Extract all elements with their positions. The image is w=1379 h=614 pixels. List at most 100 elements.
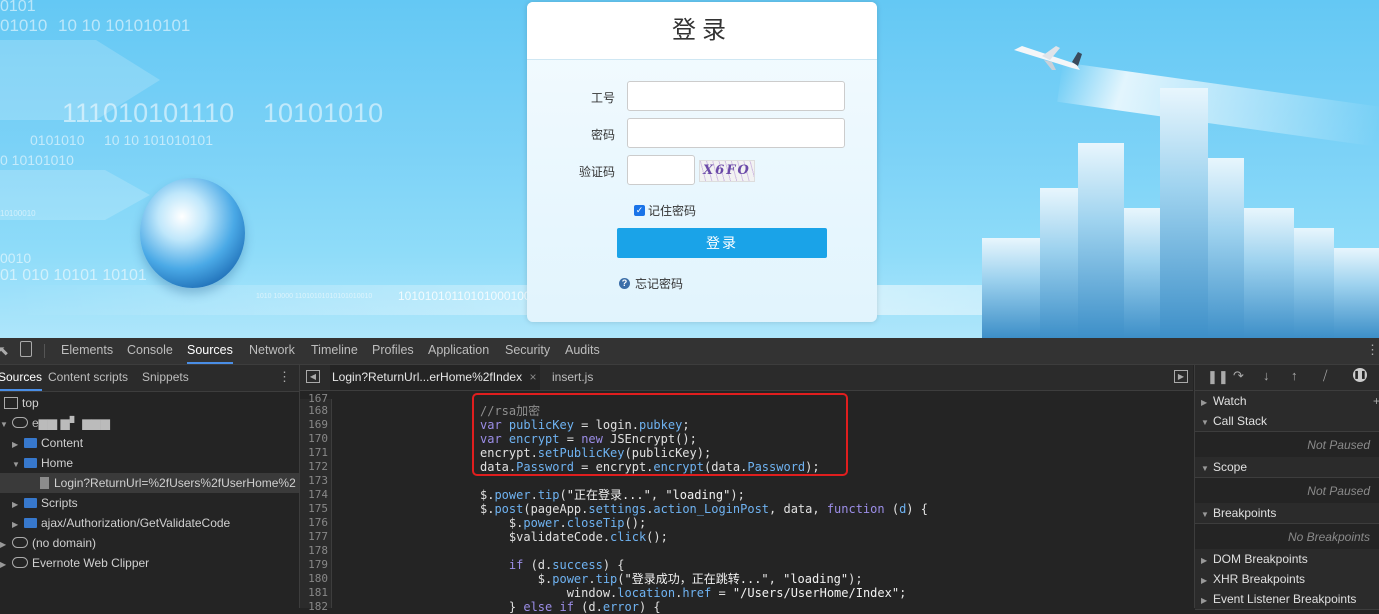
tree-item-ajax[interactable]: ▶ ajax/Authorization/GetValidateCode xyxy=(12,513,230,533)
tree-item-content[interactable]: ▶ Content xyxy=(12,433,83,453)
captcha-input[interactable] xyxy=(627,155,695,185)
line-number[interactable]: 173 xyxy=(300,474,328,488)
binary-text: 0010 xyxy=(0,250,32,266)
line-number[interactable]: 169 xyxy=(300,418,328,432)
deactivate-breakpoints-icon[interactable]: ⧸ xyxy=(1323,368,1327,384)
captcha-row: 验证码 X6FO xyxy=(527,155,877,187)
step-out-icon[interactable]: ↑ xyxy=(1291,368,1298,383)
pause-on-exceptions-icon[interactable]: ❚❚ xyxy=(1353,368,1367,382)
checkbox-checked-icon[interactable]: ✓ xyxy=(634,205,645,216)
collapsed-triangle-icon[interactable]: ▶ xyxy=(12,435,22,455)
line-number[interactable]: 182 xyxy=(300,600,328,614)
line-number[interactable]: 176 xyxy=(300,516,328,530)
password-input[interactable] xyxy=(627,118,845,148)
subtab-content-scripts[interactable]: Content scripts xyxy=(48,365,128,389)
binary-text: 111010101110 xyxy=(62,98,235,128)
binary-text: 0 10101010 xyxy=(0,152,74,168)
binary-text: 1010 10000 11010101010101010010 xyxy=(256,293,373,300)
watch-section[interactable]: ▶ Watch + xyxy=(1195,391,1379,412)
line-number[interactable]: 174 xyxy=(300,488,328,502)
remember-password[interactable]: ✓ 记住密码 xyxy=(634,202,696,219)
line-number[interactable]: 181 xyxy=(300,586,328,600)
tab-timeline[interactable]: Timeline xyxy=(311,338,358,364)
tab-audits[interactable]: Audits xyxy=(565,338,600,364)
tab-sources[interactable]: Sources xyxy=(187,338,233,364)
login-page-background: 0101 01010 10 10 101010101 111010101110 … xyxy=(0,0,1379,338)
step-over-icon[interactable]: ↷ xyxy=(1233,368,1244,384)
call-stack-section[interactable]: ▼ Call Stack xyxy=(1195,411,1379,432)
event-listener-breakpoints-section[interactable]: ▶ Event Listener Breakpoints xyxy=(1195,589,1379,610)
tree-item-home[interactable]: ▼ Home xyxy=(12,453,73,473)
tree-item-no-domain[interactable]: ▶ (no domain) xyxy=(0,533,96,553)
breakpoints-section[interactable]: ▼ Breakpoints xyxy=(1195,503,1379,524)
line-number[interactable]: 168 xyxy=(300,404,328,418)
collapsed-triangle-icon[interactable]: ▶ xyxy=(0,555,10,575)
toggle-navigator-icon[interactable]: ◀ xyxy=(306,370,320,383)
tab-console[interactable]: Console xyxy=(127,338,173,364)
expanded-triangle-icon[interactable]: ▼ xyxy=(0,415,10,435)
folder-icon xyxy=(24,518,37,528)
line-number[interactable]: 179 xyxy=(300,558,328,572)
collapsed-triangle-icon[interactable]: ▶ xyxy=(0,535,10,555)
collapsed-triangle-icon[interactable]: ▶ xyxy=(1201,591,1211,611)
line-number[interactable]: 170 xyxy=(300,432,328,446)
line-number[interactable]: 180 xyxy=(300,572,328,586)
expanded-triangle-icon[interactable]: ▼ xyxy=(1201,413,1211,433)
cloud-icon xyxy=(12,557,28,568)
code-line: $.power.closeTip(); xyxy=(480,516,647,530)
tree-item-top[interactable]: top xyxy=(2,393,39,413)
collapsed-triangle-icon[interactable]: ▶ xyxy=(12,495,22,515)
more-options-icon[interactable]: ⋮ xyxy=(1366,342,1379,358)
breakpoints-status: No Breakpoints xyxy=(1195,524,1370,551)
tree-item-domain[interactable]: ▼ e▆▆ ▆▘ ▆▆▆ xyxy=(0,413,110,433)
close-tab-icon[interactable]: × xyxy=(529,370,536,384)
collapsed-triangle-icon[interactable]: ▶ xyxy=(1201,551,1211,571)
line-number[interactable]: 175 xyxy=(300,502,328,516)
expanded-triangle-icon[interactable]: ▼ xyxy=(1201,459,1211,479)
line-number[interactable]: 172 xyxy=(300,460,328,474)
login-button[interactable]: 登录 xyxy=(617,228,827,258)
expanded-triangle-icon[interactable]: ▼ xyxy=(12,455,22,475)
tab-profiles[interactable]: Profiles xyxy=(372,338,414,364)
city-skyline xyxy=(1040,188,1078,338)
pause-icon[interactable]: ❚❚ xyxy=(1207,369,1229,385)
collapsed-triangle-icon[interactable]: ▶ xyxy=(1201,393,1211,413)
file-tab-login[interactable]: Login?ReturnUrl...erHome%2fIndex × xyxy=(330,365,541,390)
globe-illustration xyxy=(140,178,245,288)
add-watch-icon[interactable]: + xyxy=(1373,391,1379,411)
subtab-sources[interactable]: Sources xyxy=(0,365,43,391)
code-line: $.power.tip("正在登录...", "loading"); xyxy=(480,488,745,502)
tree-item-login-file[interactable]: Login?ReturnUrl=%2fUsers%2fUserHome%2 xyxy=(0,473,299,493)
collapsed-triangle-icon[interactable]: ▶ xyxy=(12,515,22,535)
forgot-password-link[interactable]: ? 忘记密码 xyxy=(619,275,683,292)
captcha-image[interactable]: X6FO xyxy=(699,160,755,182)
tab-security[interactable]: Security xyxy=(505,338,550,364)
code-line: window.location.href = "/Users/UserHome/… xyxy=(480,586,907,600)
navigator-tabbar: Sources Content scripts Snippets ⋮ xyxy=(0,365,299,392)
device-toggle-icon[interactable] xyxy=(20,341,32,357)
line-number[interactable]: 171 xyxy=(300,446,328,460)
editor-tabbar: ◀ Login?ReturnUrl...erHome%2fIndex × ins… xyxy=(300,365,1193,391)
subtab-snippets[interactable]: Snippets xyxy=(142,365,189,389)
inspect-element-icon[interactable]: ⬉ xyxy=(0,343,9,359)
file-tab-insert[interactable]: insert.js xyxy=(552,365,593,390)
line-number[interactable]: 178 xyxy=(300,544,328,558)
scope-section[interactable]: ▼ Scope xyxy=(1195,457,1379,478)
debugger-sidebar: ❚❚ ↷ ↓ ↑ ⧸ ❚❚ ▶ Watch + ▼ Call Stack Not Pa… xyxy=(1194,365,1379,610)
folder-icon xyxy=(24,498,37,508)
tab-network[interactable]: Network xyxy=(249,338,295,364)
line-gutter: 167 168 169 170 171 172 173 174 175 176 … xyxy=(300,392,332,613)
expanded-triangle-icon[interactable]: ▼ xyxy=(1201,505,1211,525)
tree-item-scripts[interactable]: ▶ Scripts xyxy=(12,493,78,513)
tab-elements[interactable]: Elements xyxy=(61,338,113,364)
xhr-breakpoints-section[interactable]: ▶ XHR Breakpoints xyxy=(1195,569,1379,590)
more-icon[interactable]: ⋮ xyxy=(278,369,291,385)
collapsed-triangle-icon[interactable]: ▶ xyxy=(1201,571,1211,591)
toggle-debugger-icon[interactable]: ▶ xyxy=(1174,370,1188,383)
step-into-icon[interactable]: ↓ xyxy=(1263,368,1270,383)
user-id-input[interactable] xyxy=(627,81,845,111)
line-number[interactable]: 177 xyxy=(300,530,328,544)
tab-application[interactable]: Application xyxy=(428,338,489,364)
tree-item-evernote[interactable]: ▶ Evernote Web Clipper xyxy=(0,553,149,573)
dom-breakpoints-section[interactable]: ▶ DOM Breakpoints xyxy=(1195,549,1379,570)
